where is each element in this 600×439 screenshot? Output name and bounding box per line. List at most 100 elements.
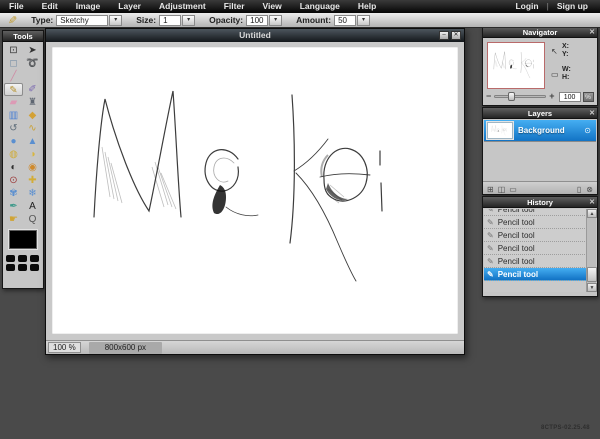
sponge-tool-icon[interactable]: ◑: [23, 148, 42, 161]
size-dropdown-arrow-icon[interactable]: ▾: [182, 14, 196, 26]
layers-close-icon[interactable]: ✕: [589, 108, 595, 119]
type-option-group: Type: Sketchy ▾: [31, 14, 123, 26]
dodge-tool-icon[interactable]: ◐: [4, 161, 23, 174]
canvas-titlebar[interactable]: Untitled – ✕: [46, 29, 464, 42]
zoom-percent-button[interactable]: %: [582, 91, 594, 102]
color-replace-tool-icon[interactable]: ↺: [4, 122, 23, 135]
tool-grid: ⊡ ➤ ◻ ➰ ╱ ✎ ✐ ▰ ♜ ▥ ◆ ↺ ∿ ● ▲ ◍ ◑ ◐ ◉ ⊙ ✚ ✾ ❄ ✒ A ☛ Q: [4, 44, 42, 226]
history-entry[interactable]: ✎ Pencil tool: [484, 209, 587, 216]
canvas-area: [46, 42, 464, 340]
layers-panel-title[interactable]: Layers ✕: [483, 108, 597, 119]
menu-item-file[interactable]: File: [0, 0, 33, 13]
history-scrollbar[interactable]: ▲ ▼: [586, 209, 597, 292]
history-entry[interactable]: ✎ Pencil tool: [484, 268, 587, 281]
gradient-tool-icon[interactable]: ▥: [4, 109, 23, 122]
pencil-icon: ✎: [487, 256, 494, 266]
x-coordinate-label: X:: [562, 43, 569, 50]
signup-link[interactable]: Sign up: [553, 0, 592, 13]
drawing-tool-icon[interactable]: ∿: [23, 122, 42, 135]
layer-settings-icon[interactable]: ⊞: [487, 185, 494, 194]
menu-item-help[interactable]: Help: [349, 0, 385, 13]
zoom-in-icon[interactable]: +: [549, 91, 554, 102]
layer-styles-icon[interactable]: ▭: [509, 185, 517, 194]
scrollbar-thumb[interactable]: [587, 267, 597, 282]
pinch-tool-icon[interactable]: ❄: [23, 187, 42, 200]
zoom-slider-thumb[interactable]: [508, 92, 516, 101]
menu-item-filter[interactable]: Filter: [215, 0, 254, 13]
swatch-dot[interactable]: [6, 264, 15, 271]
tools-panel-title[interactable]: Tools: [3, 31, 43, 42]
layer-visibility-eye-icon[interactable]: ⊙: [584, 126, 591, 135]
zoom-out-icon[interactable]: −: [486, 91, 491, 102]
menu-item-image[interactable]: Image: [67, 0, 110, 13]
zoom-tool-icon[interactable]: Q: [23, 213, 42, 226]
swatch-dot[interactable]: [30, 255, 39, 262]
close-button[interactable]: ✕: [451, 31, 461, 40]
type-tool-icon[interactable]: A: [23, 200, 42, 213]
colorpicker-tool-icon[interactable]: ✒: [4, 200, 23, 213]
amount-input[interactable]: 50: [334, 14, 357, 26]
watermark-text: 8CTPS-02.25.48: [541, 425, 590, 431]
history-entry[interactable]: ✎ Pencil tool: [484, 242, 587, 255]
canvas[interactable]: [52, 47, 458, 334]
menu-item-layer[interactable]: Layer: [109, 0, 150, 13]
opacity-dropdown-arrow-icon[interactable]: ▾: [269, 14, 283, 26]
login-link[interactable]: Login: [511, 0, 542, 13]
sketch-drawing: [491, 125, 507, 136]
scroll-down-icon[interactable]: ▼: [587, 283, 597, 292]
history-entry[interactable]: ✎ Pencil tool: [484, 229, 587, 242]
zoom-percent-input[interactable]: 100: [558, 91, 581, 102]
opacity-input[interactable]: 100: [246, 14, 269, 26]
navigator-panel-title[interactable]: Navigator ✕: [483, 27, 597, 38]
type-dropdown-arrow-icon[interactable]: ▾: [109, 14, 123, 26]
navigator-preview[interactable]: [487, 42, 545, 89]
layer-thumbnail[interactable]: [486, 121, 514, 140]
layer-row[interactable]: Background ⊙: [484, 120, 596, 142]
blur-tool-icon[interactable]: ●: [4, 135, 23, 148]
history-panel: History ✕ ✎ Pencil tool ✎ Pencil tool ✎ Pencil…: [482, 196, 598, 297]
history-close-icon[interactable]: ✕: [589, 197, 595, 208]
swatch-dot[interactable]: [18, 255, 27, 262]
paint-bucket-tool-icon[interactable]: ◆: [23, 109, 42, 122]
menu-item-edit[interactable]: Edit: [33, 0, 67, 13]
burn-tool-icon[interactable]: ◉: [23, 161, 42, 174]
size-input[interactable]: 1: [159, 14, 182, 26]
minimize-button[interactable]: –: [439, 31, 449, 40]
type-select[interactable]: Sketchy: [56, 14, 109, 26]
scroll-up-icon[interactable]: ▲: [587, 209, 597, 218]
pencil-tool-icon[interactable]: ✎: [4, 83, 23, 96]
new-layer-icon[interactable]: ▯: [577, 185, 581, 194]
brush-tool-icon[interactable]: ✐: [23, 83, 42, 96]
add-mask-icon[interactable]: ◫: [498, 185, 506, 194]
bloat-tool-icon[interactable]: ✾: [4, 187, 23, 200]
menu-item-view[interactable]: View: [254, 0, 291, 13]
marquee-tool-icon[interactable]: ◻: [4, 57, 23, 70]
delete-layer-icon[interactable]: ⊗: [586, 185, 593, 194]
layer-name: Background: [518, 126, 565, 135]
crop-tool-icon[interactable]: ⊡: [4, 44, 23, 57]
wand-tool-icon[interactable]: ╱: [4, 70, 23, 83]
swatch-dot[interactable]: [6, 255, 15, 262]
menu-item-language[interactable]: Language: [291, 0, 349, 13]
color-swatch[interactable]: [8, 229, 38, 250]
hand-tool-icon[interactable]: ☛: [4, 213, 23, 226]
amount-dropdown-arrow-icon[interactable]: ▾: [357, 14, 371, 26]
history-panel-title[interactable]: History ✕: [483, 197, 597, 208]
zoom-level-status[interactable]: 100 %: [48, 342, 81, 353]
history-entry[interactable]: ✎ Pencil tool: [484, 216, 587, 229]
navigator-close-icon[interactable]: ✕: [589, 27, 595, 38]
sharpen-tool-icon[interactable]: ▲: [23, 135, 42, 148]
zoom-slider[interactable]: [494, 92, 547, 101]
clone-stamp-tool-icon[interactable]: ♜: [23, 96, 42, 109]
smudge-tool-icon[interactable]: ◍: [4, 148, 23, 161]
swatch-dot[interactable]: [30, 264, 39, 271]
history-entry[interactable]: ✎ Pencil tool: [484, 255, 587, 268]
red-eye-tool-icon[interactable]: ⊙: [4, 174, 23, 187]
spot-heal-tool-icon[interactable]: ✚: [23, 174, 42, 187]
lasso-tool-icon[interactable]: ➰: [23, 57, 42, 70]
eraser-tool-icon[interactable]: ▰: [4, 96, 23, 109]
swatch-dot[interactable]: [18, 264, 27, 271]
pencil-icon: ✎: [487, 243, 494, 253]
menu-item-adjustment[interactable]: Adjustment: [150, 0, 215, 13]
move-tool-icon[interactable]: ➤: [23, 44, 42, 57]
